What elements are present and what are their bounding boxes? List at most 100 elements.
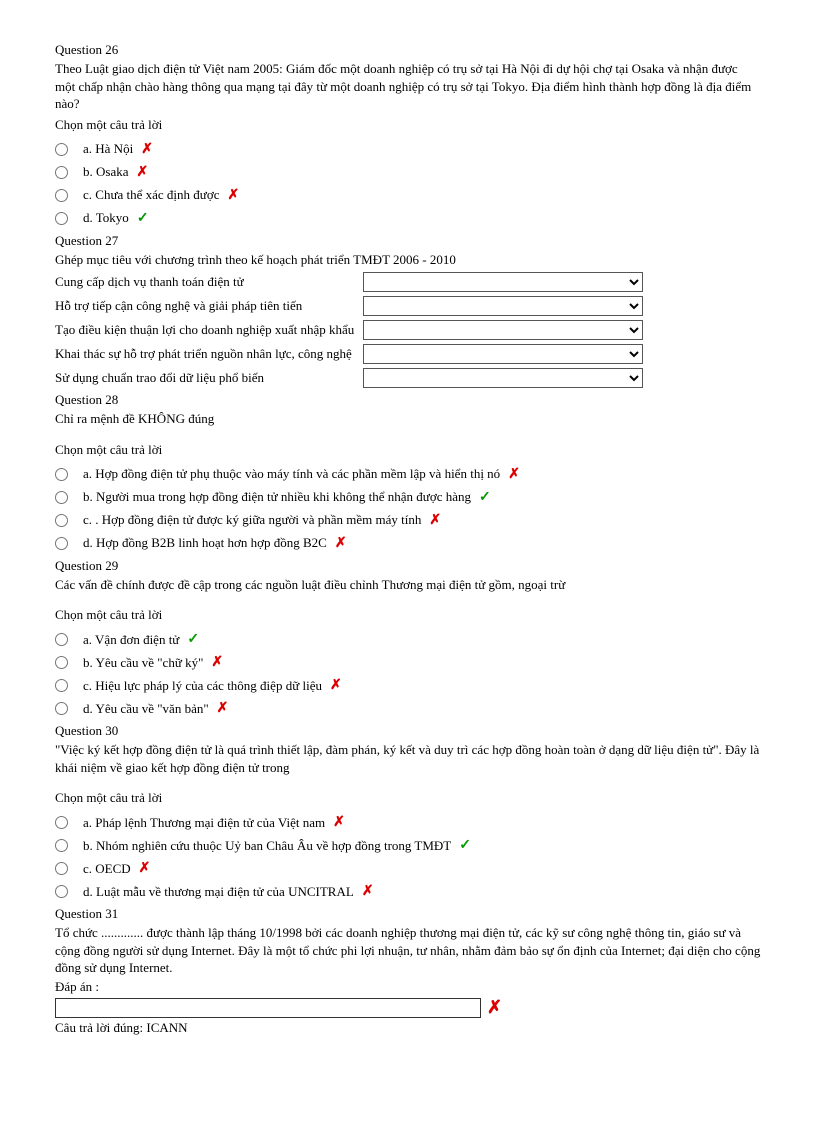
option-label: d. Tokyo: [83, 210, 129, 226]
wrong-icon: ✗: [487, 997, 502, 1018]
option-label: d. Yêu cầu về "văn bản": [83, 701, 209, 717]
option-b: b. Người mua trong hợp đồng điện tử nhiề…: [55, 489, 761, 506]
question-title: Question 28: [55, 392, 761, 408]
wrong-icon: ✗: [211, 653, 223, 670]
match-select[interactable]: [363, 272, 643, 292]
radio-option[interactable]: [55, 839, 68, 852]
option-b: b. Nhóm nghiên cứu thuộc Uỷ ban Châu Âu …: [55, 837, 761, 854]
match-row: Hỗ trợ tiếp cận công nghệ và giải pháp t…: [55, 296, 761, 316]
question-title: Question 29: [55, 558, 761, 574]
radio-option[interactable]: [55, 189, 68, 202]
option-label: a. Pháp lệnh Thương mại điện tử của Việt…: [83, 815, 325, 831]
wrong-icon: ✗: [137, 163, 149, 180]
option-a: a. Hà Nội ✗: [55, 141, 761, 158]
match-select[interactable]: [363, 344, 643, 364]
option-d: d. Luật mẫu về thương mại điện tử của UN…: [55, 883, 761, 900]
correct-icon: ✓: [137, 209, 149, 226]
radio-option[interactable]: [55, 702, 68, 715]
match-label: Tạo điều kiện thuận lợi cho doanh nghiệp…: [55, 322, 363, 338]
question-title: Question 30: [55, 723, 761, 739]
question-29: Question 29 Các vấn đề chính được đề cập…: [55, 558, 761, 718]
option-a: a. Pháp lệnh Thương mại điện tử của Việt…: [55, 814, 761, 831]
wrong-icon: ✗: [139, 859, 151, 876]
question-26: Question 26 Theo Luật giao dịch điện tử …: [55, 42, 761, 227]
radio-option[interactable]: [55, 468, 68, 481]
radio-option[interactable]: [55, 656, 68, 669]
match-row: Khai thác sự hỗ trợ phát triển nguồn nhâ…: [55, 344, 761, 364]
option-label: b. Osaka: [83, 164, 129, 180]
correct-answer-text: Câu trả lời đúng: ICANN: [55, 1020, 761, 1036]
option-a: a. Hợp đồng điện tử phụ thuộc vào máy tí…: [55, 466, 761, 483]
question-title: Question 26: [55, 42, 761, 58]
match-select[interactable]: [363, 296, 643, 316]
option-label: c. Hiệu lực pháp lý của các thông điệp d…: [83, 678, 322, 694]
option-a: a. Vận đơn điện tử ✓: [55, 631, 761, 648]
wrong-icon: ✗: [335, 534, 347, 551]
radio-option[interactable]: [55, 166, 68, 179]
option-label: d. Luật mẫu về thương mại điện tử của UN…: [83, 884, 354, 900]
question-text: "Việc ký kết hợp đồng điện tử là quá trì…: [55, 741, 761, 776]
question-title: Question 31: [55, 906, 761, 922]
wrong-icon: ✗: [362, 882, 374, 899]
option-label: a. Hà Nội: [83, 141, 133, 157]
match-label: Khai thác sự hỗ trợ phát triển nguồn nhâ…: [55, 346, 363, 362]
option-b: b. Osaka ✗: [55, 164, 761, 181]
question-text: Theo Luật giao dịch điện tử Việt nam 200…: [55, 60, 761, 113]
option-label: c. OECD: [83, 861, 131, 877]
wrong-icon: ✗: [227, 186, 239, 203]
option-label: c. Chưa thể xác định được: [83, 187, 219, 203]
question-text: Các vấn đề chính được đề cập trong các n…: [55, 576, 761, 594]
question-27: Question 27 Ghép mục tiêu với chương trì…: [55, 233, 761, 389]
instruction: Chọn một câu trả lời: [55, 790, 761, 806]
instruction: Chọn một câu trả lời: [55, 442, 761, 458]
radio-option[interactable]: [55, 143, 68, 156]
match-label: Hỗ trợ tiếp cận công nghệ và giải pháp t…: [55, 298, 363, 314]
match-row: Tạo điều kiện thuận lợi cho doanh nghiệp…: [55, 320, 761, 340]
option-d: d. Yêu cầu về "văn bản" ✗: [55, 700, 761, 717]
wrong-icon: ✗: [141, 140, 153, 157]
correct-icon: ✓: [187, 630, 199, 647]
option-c: c. Hiệu lực pháp lý của các thông điệp d…: [55, 677, 761, 694]
radio-option[interactable]: [55, 862, 68, 875]
radio-option[interactable]: [55, 491, 68, 504]
option-label: d. Hợp đồng B2B linh hoạt hơn hợp đồng B…: [83, 535, 327, 551]
radio-option[interactable]: [55, 514, 68, 527]
option-c: c. OECD ✗: [55, 860, 761, 877]
radio-option[interactable]: [55, 885, 68, 898]
answer-input[interactable]: [55, 998, 481, 1018]
wrong-icon: ✗: [333, 813, 345, 830]
wrong-icon: ✗: [217, 699, 229, 716]
question-30: Question 30 "Việc ký kết hợp đồng điện t…: [55, 723, 761, 900]
match-select[interactable]: [363, 320, 643, 340]
option-label: b. Yêu cầu về "chữ ký": [83, 655, 203, 671]
match-label: Cung cấp dịch vụ thanh toán điện tử: [55, 274, 363, 290]
radio-option[interactable]: [55, 212, 68, 225]
wrong-icon: ✗: [330, 676, 342, 693]
match-row: Cung cấp dịch vụ thanh toán điện tử: [55, 272, 761, 292]
option-label: c. . Hợp đồng điện tử được ký giữa người…: [83, 512, 421, 528]
instruction: Chọn một câu trả lời: [55, 607, 761, 623]
radio-option[interactable]: [55, 679, 68, 692]
correct-icon: ✓: [459, 836, 471, 853]
question-text: Chỉ ra mệnh đề KHÔNG đúng: [55, 410, 761, 428]
question-28: Question 28 Chỉ ra mệnh đề KHÔNG đúng Ch…: [55, 392, 761, 552]
answer-row: ✗: [55, 997, 761, 1018]
answer-label: Đáp án :: [55, 979, 761, 995]
question-text: Ghép mục tiêu với chương trình theo kế h…: [55, 251, 761, 269]
instruction: Chọn một câu trả lời: [55, 117, 761, 133]
radio-option[interactable]: [55, 816, 68, 829]
option-label: a. Vận đơn điện tử: [83, 632, 179, 648]
option-c: c. Chưa thể xác định được ✗: [55, 187, 761, 204]
option-d: d. Tokyo ✓: [55, 210, 761, 227]
wrong-icon: ✗: [429, 511, 441, 528]
match-select[interactable]: [363, 368, 643, 388]
radio-option[interactable]: [55, 537, 68, 550]
radio-option[interactable]: [55, 633, 68, 646]
wrong-icon: ✗: [508, 465, 520, 482]
option-label: b. Người mua trong hợp đồng điện tử nhiề…: [83, 489, 471, 505]
question-text: Tổ chức ............. được thành lập thá…: [55, 924, 761, 977]
option-label: b. Nhóm nghiên cứu thuộc Uỷ ban Châu Âu …: [83, 838, 451, 854]
option-c: c. . Hợp đồng điện tử được ký giữa người…: [55, 512, 761, 529]
question-31: Question 31 Tổ chức ............. được t…: [55, 906, 761, 1036]
option-label: a. Hợp đồng điện tử phụ thuộc vào máy tí…: [83, 466, 500, 482]
